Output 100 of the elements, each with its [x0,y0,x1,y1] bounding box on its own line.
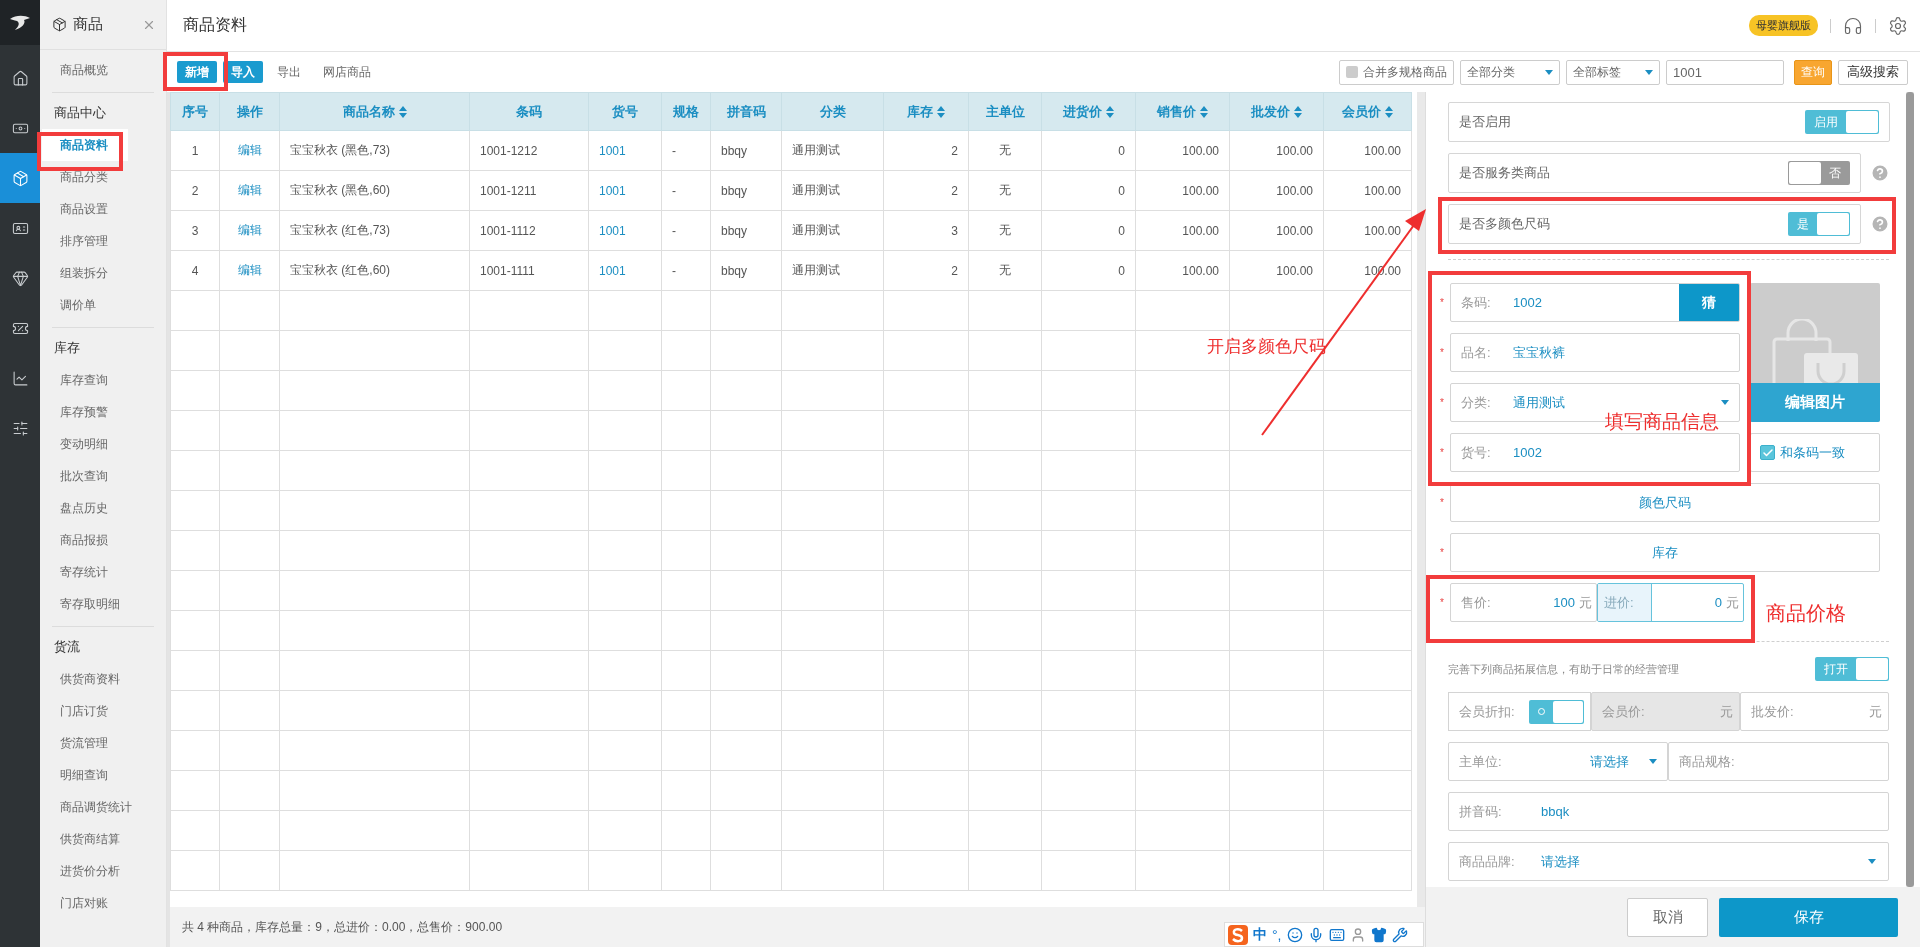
column-title: 操作 [236,103,263,119]
sidebar-item[interactable]: 调价单 [42,289,128,321]
pinyin-field[interactable]: 拼音码: bbqk [1448,792,1889,831]
save-button[interactable]: 保存 [1719,897,1898,937]
column-title: 库存 [907,103,933,119]
sidebar-item[interactable]: 商品分类 [42,161,128,193]
checkbox[interactable] [1760,445,1775,460]
table-link[interactable]: 编辑 [237,183,262,197]
unit-select[interactable]: 主单位: 请选择 [1448,742,1668,781]
toggle-switch[interactable]: 否 [1788,161,1850,185]
required-mark: * [1440,447,1445,458]
stock-button[interactable]: 库存 [1450,533,1880,572]
advanced-search-button[interactable]: 高级搜索 [1838,59,1908,85]
caret-icon [1721,400,1729,405]
table-cell: - [661,130,711,171]
table-cell: 100.00 [1229,130,1324,171]
purchase-price-field[interactable]: 进价: 0 元 [1597,583,1744,622]
table-cell: 通用测试 [781,250,884,291]
sort-icon [1294,106,1302,119]
table-cell: 100.00 [1229,250,1324,291]
toggle-switch[interactable]: 是 [1788,212,1850,236]
query-button[interactable]: 查询 [1794,59,1832,85]
toggle-switch[interactable]: 打开 [1815,657,1889,681]
table-link[interactable]: 编辑 [237,143,262,157]
sidebar-item[interactable]: 排序管理 [42,225,128,257]
sidebar-item[interactable]: 门店订货 [42,695,128,727]
edit-image-button[interactable]: 编辑图片 [1750,383,1880,422]
sidebar-item[interactable]: 明细查询 [42,759,128,791]
sidebar-item[interactable]: 门店对账 [42,887,128,919]
scrollbar[interactable] [1906,92,1914,887]
table-cell: 1001-1211 [469,170,589,211]
table-link[interactable]: 1001 [599,263,626,278]
sidebar-item[interactable]: 供货商结算 [42,823,128,855]
table-cell: 100.00 [1229,210,1324,251]
required-mark: * [1440,547,1445,558]
toolbar-button[interactable]: 导入 [223,61,263,83]
table-cell: 100.00 [1323,130,1412,171]
page-title: 商品资料 [183,15,248,35]
sidebar-item[interactable]: 库存查询 [42,364,128,396]
toolbar-link[interactable]: 网店商品 [315,61,379,83]
table-link[interactable]: 1001 [599,143,626,158]
sidebar-item[interactable]: 进货价分析 [42,855,128,887]
sort-icon [1385,106,1393,119]
category-select[interactable]: 全部分类 [1460,59,1560,85]
color-size-button[interactable]: 颜色尺码 [1450,483,1880,522]
sidebar-item[interactable]: 商品设置 [42,193,128,225]
brand-select[interactable]: 商品品牌: 请选择 [1448,842,1889,881]
item-number-field[interactable]: 货号: 1002 [1450,433,1740,472]
section-heading: 库存 [53,339,81,357]
wholesale-price-field[interactable]: 批发价: 元 [1740,692,1889,731]
table-link[interactable]: 1001 [599,223,626,238]
guess-button[interactable]: 猜 [1679,284,1739,321]
wrench-icon[interactable] [1391,926,1408,943]
ime-punctuation[interactable]: °, [1272,926,1282,943]
sidebar-item[interactable]: 货流管理 [42,727,128,759]
column-title: 条码 [516,103,542,119]
edition-badge: 母婴旗舰版 [1749,15,1818,36]
name-field[interactable]: 品名: 宝宝秋裤 [1450,333,1740,372]
table-cell: 宝宝秋衣 (黑色,73) [279,130,470,171]
table-cell: 通用测试 [781,210,884,251]
tag-select[interactable]: 全部标签 [1566,59,1660,85]
sidebar-item[interactable]: 寄存取明细 [42,588,128,620]
cancel-button[interactable]: 取消 [1627,897,1708,937]
table-link[interactable]: 编辑 [237,223,262,237]
search-field[interactable]: 1001 [1666,59,1784,85]
keyboard-icon[interactable] [1328,926,1345,943]
table-cell: 100.00 [1135,130,1230,171]
spec-field[interactable]: 商品规格: [1668,742,1889,781]
sidebar-item[interactable]: 变动明细 [42,428,128,460]
ime-mode[interactable]: 中 [1253,925,1267,944]
table-cell: 3 [170,210,220,251]
table-cell: 2 [170,170,220,211]
barcode-field[interactable]: 条码: 1002 猜 [1450,283,1740,322]
sidebar-item[interactable]: 商品报损 [42,524,128,556]
table-link[interactable]: 1001 [599,183,626,198]
sidebar-item[interactable]: 盘点历史 [42,492,128,524]
annotation-text: 商品价格 [1766,601,1846,626]
merge-checkbox[interactable]: 合并多规格商品 [1339,59,1454,85]
sidebar-item[interactable]: 寄存统计 [42,556,128,588]
sidebar-item[interactable]: 库存预警 [42,396,128,428]
table-link[interactable]: 编辑 [237,263,262,277]
headset-icon[interactable] [1843,15,1863,36]
table-cell: 宝宝秋衣 (红色,60) [279,250,470,291]
sidebar-item[interactable]: 供货商资料 [42,663,128,695]
member-discount-switch[interactable] [1528,699,1584,724]
table-cell: 2 [883,250,969,291]
shirt-icon[interactable] [1370,926,1387,943]
toolbar-link[interactable]: 导出 [269,61,309,83]
sidebar-item[interactable]: 组装拆分 [42,257,128,289]
settings-icon[interactable] [1888,15,1908,36]
smile-icon[interactable] [1286,926,1303,943]
table-cell: bbqy [710,250,782,291]
toolbar-button[interactable]: 新增 [177,61,217,83]
sidebar-item[interactable]: 商品概览 [42,54,128,86]
table-cell: 100.00 [1229,170,1324,211]
sidebar-item[interactable]: 商品调货统计 [42,791,138,823]
sale-price-field[interactable]: 售价: 100 元 [1450,583,1597,622]
toggle-switch[interactable]: 启用 [1805,110,1879,134]
column-title: 规格 [673,103,699,119]
sidebar-item[interactable]: 批次查询 [42,460,128,492]
